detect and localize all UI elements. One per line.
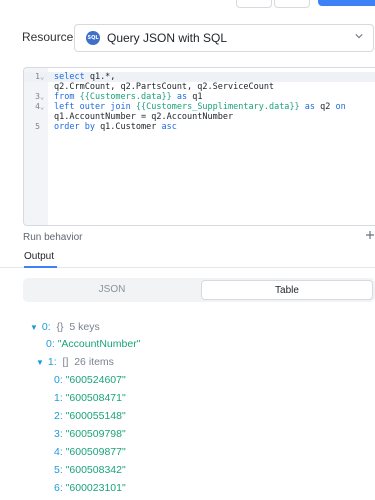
code-token: {{ bbox=[135, 102, 147, 112]
tree-key: 0: bbox=[54, 374, 63, 386]
tree-array-item: 0: "600524607" bbox=[54, 374, 126, 386]
code-line: 1 ⌄ select q1.*, bbox=[24, 72, 375, 82]
code-token: from bbox=[54, 92, 80, 102]
code-token: on bbox=[335, 102, 346, 112]
code-token: q2.CrmCount, q2.PartsCount, q2.ServiceCo… bbox=[54, 82, 275, 92]
tree-key: 2: bbox=[54, 410, 63, 422]
tab-output[interactable]: Output bbox=[24, 251, 54, 262]
line-number: 3 bbox=[35, 92, 40, 101]
tree-key: 0: bbox=[46, 338, 55, 350]
tree-key: 6: bbox=[54, 482, 63, 494]
tree-type: {} bbox=[56, 321, 64, 333]
tree-type: [] bbox=[62, 356, 69, 368]
line-number: 1 bbox=[35, 72, 40, 81]
tree-count: 5 keys bbox=[69, 321, 100, 333]
code-token: select bbox=[54, 72, 90, 82]
tree-value: "600509877" bbox=[65, 446, 126, 458]
run-button[interactable] bbox=[318, 0, 375, 6]
tree-value: "600023101" bbox=[65, 482, 126, 494]
sql-editor[interactable]: 1 ⌄ select q1.*, q2.CrmCount, q2.PartsCount… bbox=[23, 67, 375, 226]
code-text: q2.CrmCount, q2.PartsCount, q2.ServiceCo… bbox=[54, 82, 274, 92]
code-token: q1.Customer bbox=[100, 122, 162, 132]
code-token: q1.AccountNumber = q2.AccountNumber bbox=[54, 112, 234, 122]
tree-array-item: 1: "600508471" bbox=[54, 392, 126, 404]
fold-chevron-icon[interactable]: ⌄ bbox=[40, 92, 44, 102]
tree-key: 3: bbox=[54, 428, 63, 440]
resource-select[interactable]: SQL Query JSON with SQL bbox=[74, 24, 374, 52]
tree-root-node[interactable]: ▼ 0: {} 5 keys bbox=[30, 321, 100, 333]
tree-value: "AccountNumber" bbox=[57, 338, 141, 350]
resource-label: Resource bbox=[22, 30, 74, 44]
tree-key: 1: bbox=[54, 392, 63, 404]
code-line: 3 ⌄ from {{Customers.data}} as q1 bbox=[24, 92, 375, 102]
tree-array-item: 2: "600055148" bbox=[54, 410, 126, 422]
plus-icon[interactable] bbox=[365, 230, 375, 240]
resource-value: Query JSON with SQL bbox=[107, 31, 228, 45]
code-line: 4 ⌄ left outer join {{Customers_Suppliment… bbox=[24, 102, 375, 112]
toolbar-button[interactable] bbox=[236, 0, 272, 8]
code-token: q2 bbox=[320, 102, 336, 112]
expand-triangle-icon[interactable]: ▼ bbox=[30, 323, 38, 332]
code-token: }} bbox=[161, 92, 172, 102]
code-line: q2.CrmCount, q2.PartsCount, q2.ServiceCo… bbox=[24, 82, 375, 92]
code-token: }} bbox=[289, 102, 300, 112]
code-text: from {{Customers.data}} as q1 bbox=[54, 92, 202, 102]
tree-key: 5: bbox=[54, 464, 63, 476]
code-token: left outer join bbox=[54, 102, 136, 112]
tree-value: "600524607" bbox=[65, 374, 126, 386]
tree-value: "600509798" bbox=[65, 428, 126, 440]
code-text: order by q1.Customer asc bbox=[54, 122, 177, 132]
tree-key: 1: bbox=[47, 356, 57, 368]
view-toggle: JSON Table bbox=[23, 278, 375, 302]
tree-array-node[interactable]: ▼ 1: [] 26 items bbox=[36, 356, 114, 368]
table-view-button[interactable]: Table bbox=[201, 280, 373, 300]
code-token: Customers_Supplimentary.data bbox=[146, 102, 290, 112]
tree-value: "600508342" bbox=[65, 464, 126, 476]
code-token: as bbox=[171, 92, 193, 102]
tree-array-item: 4: "600509877" bbox=[54, 446, 126, 458]
tree-field-node: 0: "AccountNumber" bbox=[46, 338, 140, 350]
resource-row: Resource SQL Query JSON with SQL bbox=[22, 24, 375, 52]
fold-chevron-icon[interactable]: ⌄ bbox=[40, 102, 44, 112]
tree-array-item: 3: "600509798" bbox=[54, 428, 126, 440]
tree-value: "600055148" bbox=[65, 410, 126, 422]
tree-array-item: 6: "600023101" bbox=[54, 482, 126, 494]
tree-value: "600508471" bbox=[65, 392, 126, 404]
code-token: q1 bbox=[192, 92, 203, 102]
tree-key: 0: bbox=[41, 321, 51, 333]
code-line: q1.AccountNumber = q2.AccountNumber bbox=[24, 112, 375, 122]
json-view-button[interactable]: JSON bbox=[25, 280, 199, 300]
run-behavior-label: Run behavior bbox=[23, 232, 83, 243]
top-toolbar bbox=[0, 0, 375, 8]
line-number: 4 bbox=[35, 102, 40, 111]
code-token: asc bbox=[161, 122, 177, 132]
code-token: as bbox=[299, 102, 321, 112]
code-lines: 1 ⌄ select q1.*, q2.CrmCount, q2.PartsCount… bbox=[24, 72, 375, 132]
code-text: left outer join {{Customers_Supplimentar… bbox=[54, 102, 346, 112]
active-tab-indicator bbox=[24, 266, 57, 268]
code-token: Customers.data bbox=[89, 92, 162, 102]
chevron-down-icon bbox=[355, 34, 363, 39]
sql-icon: SQL bbox=[86, 31, 100, 45]
code-token: order by bbox=[54, 122, 101, 132]
toolbar-button[interactable] bbox=[274, 0, 310, 8]
tree-count: 26 items bbox=[74, 356, 114, 368]
tree-key: 4: bbox=[54, 446, 63, 458]
expand-triangle-icon[interactable]: ▼ bbox=[36, 358, 44, 367]
line-number: 5 bbox=[35, 122, 40, 131]
code-token: {{ bbox=[79, 92, 90, 102]
code-text: q1.AccountNumber = q2.AccountNumber bbox=[54, 112, 233, 122]
code-token: q1.*, bbox=[89, 72, 116, 82]
code-line: 5 order by q1.Customer asc bbox=[24, 122, 375, 132]
tree-array-item: 5: "600508342" bbox=[54, 464, 126, 476]
fold-chevron-icon[interactable]: ⌄ bbox=[40, 72, 44, 82]
code-text: select q1.*, bbox=[54, 72, 115, 82]
